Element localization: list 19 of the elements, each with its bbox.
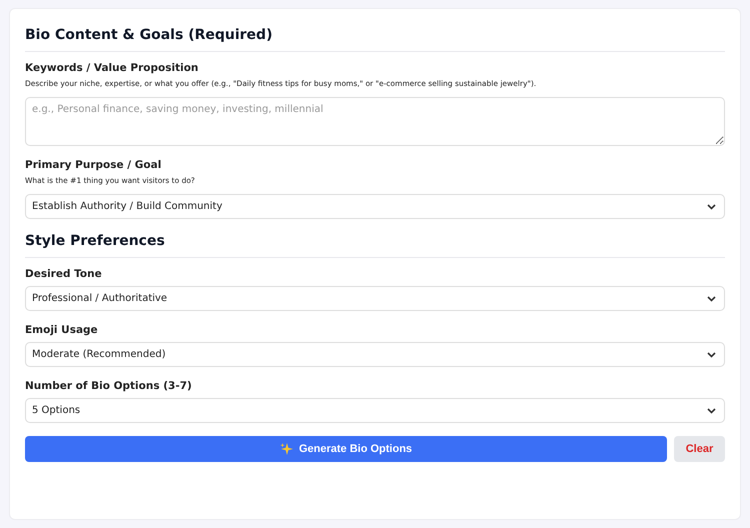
field-label: Primary Purpose / Goal — [25, 159, 162, 171]
field-label: Number of Bio Options (3-7) — [25, 380, 193, 392]
sparkle-icon — [280, 442, 293, 456]
dropdown-field[interactable]: 5 Options — [25, 398, 725, 423]
chevron-down-icon — [707, 296, 716, 302]
section-heading: Style Preferences — [25, 233, 166, 249]
dropdown-field[interactable]: Establish Authority / Build Community — [25, 194, 725, 219]
dropdown-field[interactable]: Moderate (Recommended) — [25, 342, 725, 367]
chevron-down-icon — [707, 352, 716, 358]
dropdown-field[interactable]: Professional / Authoritative — [25, 286, 725, 311]
chevron-down-icon — [707, 204, 716, 210]
generate-button[interactable]: Generate Bio Options — [25, 436, 667, 462]
field-label: Desired Tone — [25, 268, 103, 280]
field-label: Emoji Usage — [25, 324, 99, 336]
field-label: Keywords / Value Proposition — [25, 62, 200, 74]
section-heading: Bio Content & Goals (Required) — [25, 27, 274, 43]
chevron-down-icon — [707, 408, 716, 414]
keywords-field[interactable]: e.g., Personal finance, saving money, investing, millennial — [25, 97, 725, 146]
clear-button[interactable]: Clear — [674, 436, 725, 462]
